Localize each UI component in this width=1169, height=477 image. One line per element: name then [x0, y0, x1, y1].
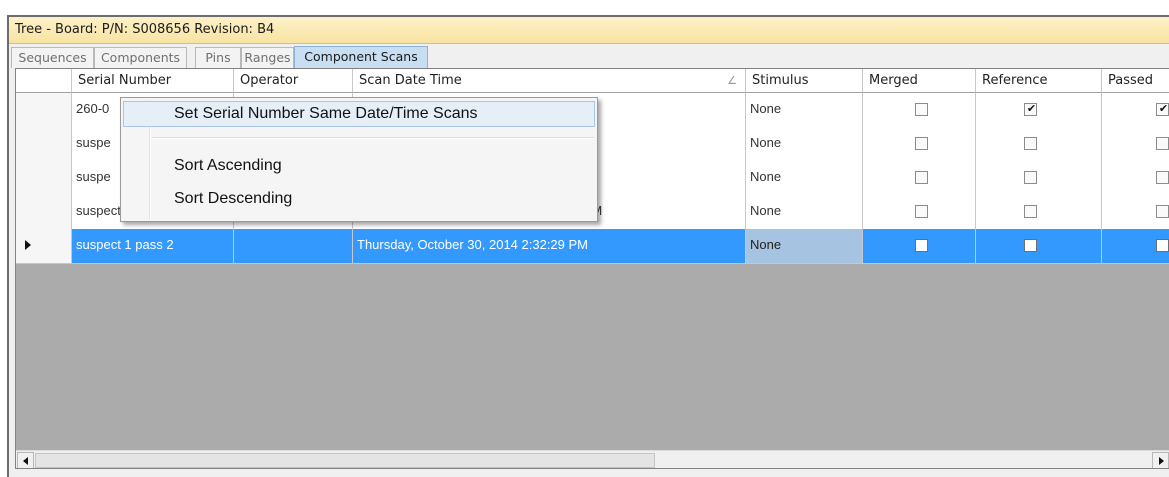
tab-sequences[interactable]: Sequences — [11, 47, 94, 68]
cell-passed[interactable] — [1102, 161, 1169, 196]
merged-checkbox[interactable] — [915, 205, 928, 218]
cell-merged[interactable] — [863, 161, 976, 196]
cell-passed[interactable] — [1102, 195, 1169, 230]
header-scan-date-time[interactable]: Scan Date Time ∠ — [353, 69, 746, 93]
cell-reference[interactable]: ✔ — [976, 93, 1102, 128]
menu-separator — [152, 137, 594, 139]
window-title: Tree - Board: P/N: S008656 Revision: B4 — [9, 17, 1169, 44]
tab-components[interactable]: Components — [94, 47, 187, 68]
tab-pins[interactable]: Pins — [195, 47, 241, 68]
header-operator[interactable]: Operator — [234, 69, 353, 93]
cell-stimulus[interactable]: None — [746, 195, 863, 230]
cell-stimulus[interactable]: None — [746, 93, 863, 128]
cell-passed[interactable] — [1102, 229, 1169, 264]
row-header[interactable] — [16, 229, 72, 264]
header-serial-number[interactable]: Serial Number — [72, 69, 234, 93]
cell-reference[interactable] — [976, 127, 1102, 162]
row-header[interactable] — [16, 93, 72, 128]
cell-merged[interactable] — [863, 93, 976, 128]
menu-item-sort-descending[interactable]: Sort Descending — [123, 186, 595, 212]
scroll-thumb[interactable] — [35, 453, 655, 468]
header-passed[interactable]: Passed — [1102, 69, 1169, 93]
reference-checkbox[interactable] — [1024, 205, 1037, 218]
scroll-right-icon — [1159, 457, 1164, 465]
row-header[interactable] — [16, 127, 72, 162]
cell-operator[interactable] — [234, 229, 353, 264]
cell-passed[interactable]: ✔ — [1102, 93, 1169, 128]
merged-checkbox[interactable] — [915, 239, 928, 252]
cell-merged[interactable] — [863, 195, 976, 230]
cell-merged[interactable] — [863, 229, 976, 264]
cell-stimulus[interactable]: None — [746, 127, 863, 162]
cell-reference[interactable] — [976, 229, 1102, 264]
cell-serial[interactable]: suspect 1 pass 2 — [72, 229, 234, 264]
row-header[interactable] — [16, 161, 72, 196]
cell-merged[interactable] — [863, 127, 976, 162]
tab-ranges[interactable]: Ranges — [241, 47, 294, 68]
current-row-indicator-icon — [25, 240, 31, 250]
scroll-left-button[interactable] — [17, 452, 34, 468]
merged-checkbox[interactable] — [915, 171, 928, 184]
merged-checkbox[interactable] — [915, 103, 928, 116]
cell-reference[interactable] — [976, 195, 1102, 230]
context-menu: Set Serial Number Same Date/Time Scans S… — [120, 97, 598, 222]
reference-checkbox[interactable]: ✔ — [1024, 103, 1037, 116]
header-merged[interactable]: Merged — [863, 69, 976, 93]
passed-checkbox[interactable] — [1156, 239, 1169, 252]
header-stimulus[interactable]: Stimulus — [746, 69, 863, 93]
row-header[interactable] — [16, 195, 72, 230]
header-scan-date-time-label: Scan Date Time — [359, 73, 462, 88]
scroll-right-button[interactable] — [1152, 452, 1169, 468]
reference-checkbox[interactable] — [1024, 171, 1037, 184]
reference-checkbox[interactable] — [1024, 239, 1037, 252]
passed-checkbox[interactable]: ✔ — [1156, 103, 1169, 116]
cell-stimulus[interactable]: None — [746, 229, 863, 264]
menu-item-sort-ascending[interactable]: Sort Ascending — [123, 153, 595, 179]
passed-checkbox[interactable] — [1156, 137, 1169, 150]
reference-checkbox[interactable] — [1024, 137, 1037, 150]
cell-stimulus[interactable]: None — [746, 161, 863, 196]
passed-checkbox[interactable] — [1156, 205, 1169, 218]
cell-passed[interactable] — [1102, 127, 1169, 162]
tab-component-scans[interactable]: Component Scans — [294, 46, 428, 68]
merged-checkbox[interactable] — [915, 137, 928, 150]
passed-checkbox[interactable] — [1156, 171, 1169, 184]
header-corner — [16, 69, 72, 93]
menu-item-set-serial-number[interactable]: Set Serial Number Same Date/Time Scans — [123, 101, 595, 127]
header-reference[interactable]: Reference — [976, 69, 1102, 93]
cell-reference[interactable] — [976, 161, 1102, 196]
horizontal-scrollbar[interactable] — [16, 450, 1169, 468]
tab-strip: Sequences Components Pins Ranges Compone… — [9, 44, 1169, 68]
scroll-left-icon — [23, 457, 28, 465]
tree-window: Tree - Board: P/N: S008656 Revision: B4 … — [7, 15, 1169, 477]
check-icon: ✔ — [1026, 103, 1037, 115]
cell-scan[interactable]: Thursday, October 30, 2014 2:32:29 PM — [353, 229, 746, 264]
check-icon: ✔ — [1158, 103, 1169, 115]
sort-indicator-icon: ∠ — [727, 74, 737, 87]
